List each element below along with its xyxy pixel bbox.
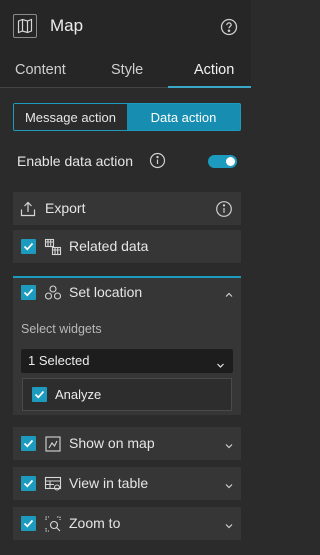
show-on-map-icon bbox=[44, 435, 62, 453]
action-label: Export bbox=[45, 200, 86, 216]
action-row-export[interactable]: Export bbox=[13, 192, 241, 225]
action-label: Zoom to bbox=[69, 515, 121, 531]
show-on-map-checkbox[interactable] bbox=[21, 436, 36, 451]
select-widgets-dropdown[interactable]: 1 Selected bbox=[21, 349, 233, 373]
enable-data-action-label: Enable data action bbox=[17, 153, 133, 169]
export-icon bbox=[19, 200, 37, 218]
action-label: Set location bbox=[69, 284, 143, 300]
related-data-icon bbox=[44, 238, 62, 256]
zoom-to-icon bbox=[44, 515, 62, 533]
action-label: Show on map bbox=[69, 435, 155, 451]
view-in-table-icon bbox=[44, 475, 62, 493]
select-widgets-label: Select widgets bbox=[21, 322, 102, 336]
select-widgets-value: 1 Selected bbox=[28, 353, 90, 368]
set-location-icon bbox=[44, 284, 62, 302]
action-label: Related data bbox=[69, 238, 149, 254]
action-type-segmented-control: Message action Data action bbox=[13, 103, 241, 131]
action-row-related-data[interactable]: Related data bbox=[13, 230, 241, 263]
action-row-view-in-table[interactable]: View in table bbox=[13, 467, 241, 500]
set-location-checkbox[interactable] bbox=[21, 285, 36, 300]
related-data-checkbox[interactable] bbox=[21, 239, 36, 254]
message-action-button[interactable]: Message action bbox=[14, 104, 127, 130]
chevron-up-icon[interactable] bbox=[224, 287, 234, 297]
action-row-show-on-map[interactable]: Show on map bbox=[13, 427, 241, 460]
widget-header: Map bbox=[0, 0, 251, 54]
chevron-down-icon[interactable] bbox=[224, 478, 234, 489]
info-icon[interactable] bbox=[215, 200, 233, 218]
action-row-zoom-to[interactable]: Zoom to bbox=[13, 507, 241, 540]
settings-tabs: Content Style Action bbox=[0, 54, 251, 88]
enable-data-action-toggle[interactable] bbox=[208, 155, 237, 168]
zoom-to-checkbox[interactable] bbox=[21, 516, 36, 531]
tab-action[interactable]: Action bbox=[194, 62, 234, 78]
info-icon[interactable] bbox=[149, 152, 166, 169]
help-icon[interactable] bbox=[220, 18, 238, 36]
widget-title: Map bbox=[50, 16, 84, 35]
tab-style[interactable]: Style bbox=[111, 62, 143, 78]
enable-data-action-row: Enable data action bbox=[17, 150, 241, 172]
chevron-down-icon[interactable] bbox=[224, 438, 234, 449]
data-action-button[interactable]: Data action bbox=[127, 104, 240, 130]
select-widgets-popup: Analyze bbox=[22, 378, 232, 411]
action-label: View in table bbox=[69, 475, 149, 491]
map-icon bbox=[13, 14, 37, 38]
widget-option-label[interactable]: Analyze bbox=[55, 387, 101, 402]
chevron-down-icon[interactable] bbox=[224, 518, 234, 529]
action-settings-panel: Message action Data action Enable data a… bbox=[0, 88, 251, 555]
analyze-checkbox[interactable] bbox=[32, 387, 47, 402]
view-in-table-checkbox[interactable] bbox=[21, 476, 36, 491]
toggle-knob bbox=[226, 157, 235, 166]
chevron-down-icon bbox=[216, 357, 225, 368]
tab-content[interactable]: Content bbox=[15, 62, 66, 78]
